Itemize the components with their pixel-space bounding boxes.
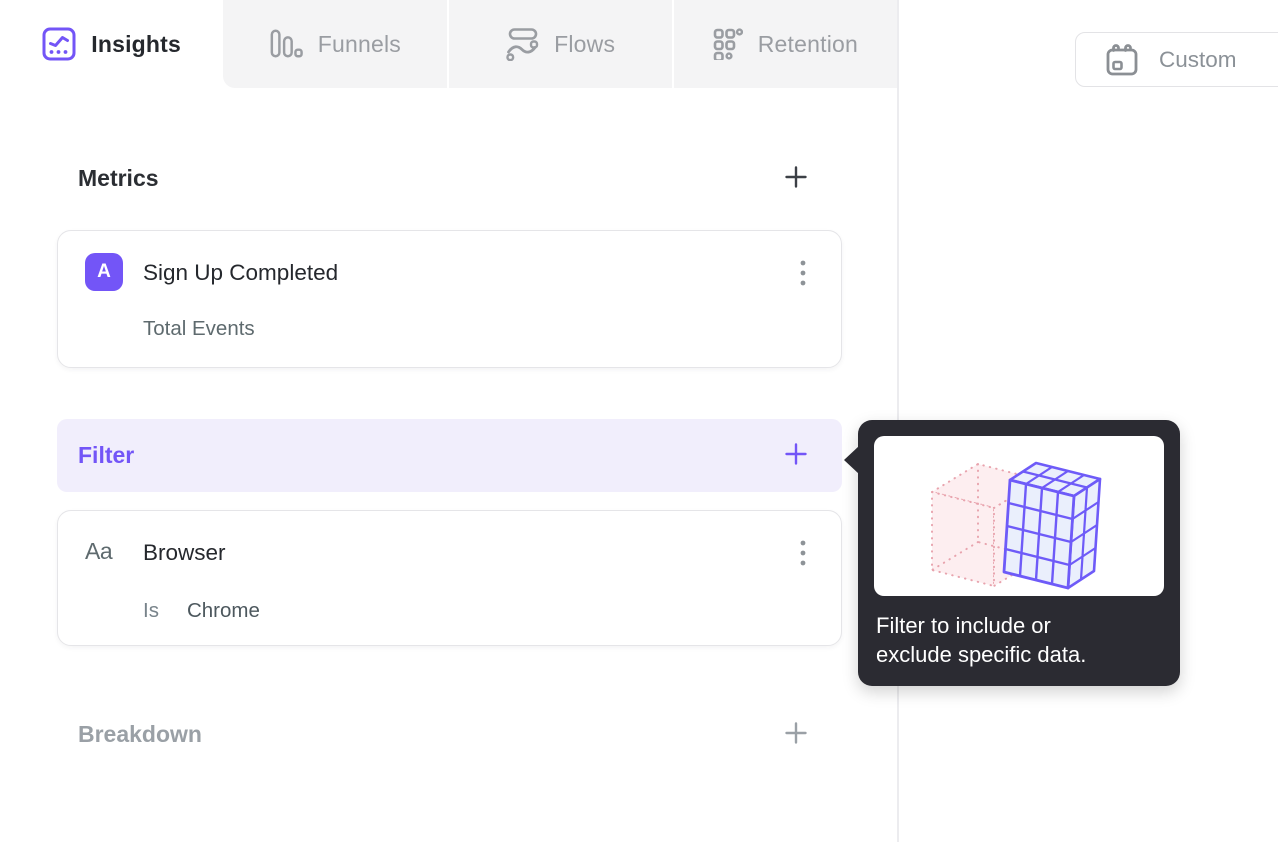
filter-property-name: Browser [143, 540, 226, 565]
tooltip-text: Filter to include or exclude specific da… [876, 613, 1087, 667]
query-builder-panel: Insights Funnels Flows Retention Metrics… [0, 0, 897, 842]
metric-card[interactable]: A Sign Up Completed Total Events [57, 230, 842, 368]
breakdown-title: Breakdown [78, 720, 202, 747]
metric-event-name: Sign Up Completed [143, 260, 339, 285]
filter-menu-button[interactable] [795, 535, 811, 573]
add-filter-button[interactable] [783, 443, 809, 469]
kebab-menu-icon [799, 539, 807, 569]
filter-cube-illustration [874, 436, 1164, 596]
tab-funnels[interactable]: Funnels [223, 0, 447, 88]
filter-clause: Is Chrome [143, 599, 260, 623]
metrics-title: Metrics [78, 164, 159, 191]
kebab-menu-icon [799, 259, 807, 289]
metric-menu-button[interactable] [795, 255, 811, 293]
filter-title: Filter [78, 442, 135, 468]
plus-icon [783, 720, 809, 749]
metrics-section-header: Metrics [57, 152, 842, 204]
metric-aggregation[interactable]: Total Events [143, 317, 255, 341]
metric-badge: A [85, 253, 123, 291]
filter-section-header: Filter [57, 419, 842, 492]
calendar-icon [1104, 42, 1140, 78]
tab-label: Retention [757, 30, 858, 57]
tab-label: Flows [554, 30, 616, 57]
plus-icon [783, 441, 809, 470]
funnels-icon [269, 28, 303, 60]
add-breakdown-button[interactable] [783, 721, 809, 747]
tab-label: Funnels [317, 30, 401, 57]
filter-tooltip: Filter to include or exclude specific da… [844, 420, 1180, 686]
report-type-tabbar: Insights Funnels Flows Retention [0, 0, 897, 88]
filter-card[interactable]: Aa Browser Is Chrome [57, 510, 842, 646]
tab-label: Insights [91, 30, 182, 57]
filter-value[interactable]: Chrome [187, 599, 260, 623]
date-range-label: Custom [1159, 46, 1237, 72]
retention-icon [713, 28, 743, 60]
plus-icon [783, 164, 809, 193]
tab-retention[interactable]: Retention [671, 0, 897, 88]
filter-operator[interactable]: Is [143, 599, 159, 623]
insights-icon [42, 27, 76, 61]
tooltip-arrow-left [844, 446, 859, 474]
tab-insights[interactable]: Insights [0, 0, 224, 88]
date-range-custom-button[interactable]: Custom [1075, 32, 1278, 87]
breakdown-section-header: Breakdown [57, 706, 842, 762]
add-metric-button[interactable] [783, 165, 809, 191]
tab-flows[interactable]: Flows [446, 0, 672, 88]
string-property-type-icon: Aa [85, 538, 113, 564]
flows-icon [505, 27, 539, 61]
